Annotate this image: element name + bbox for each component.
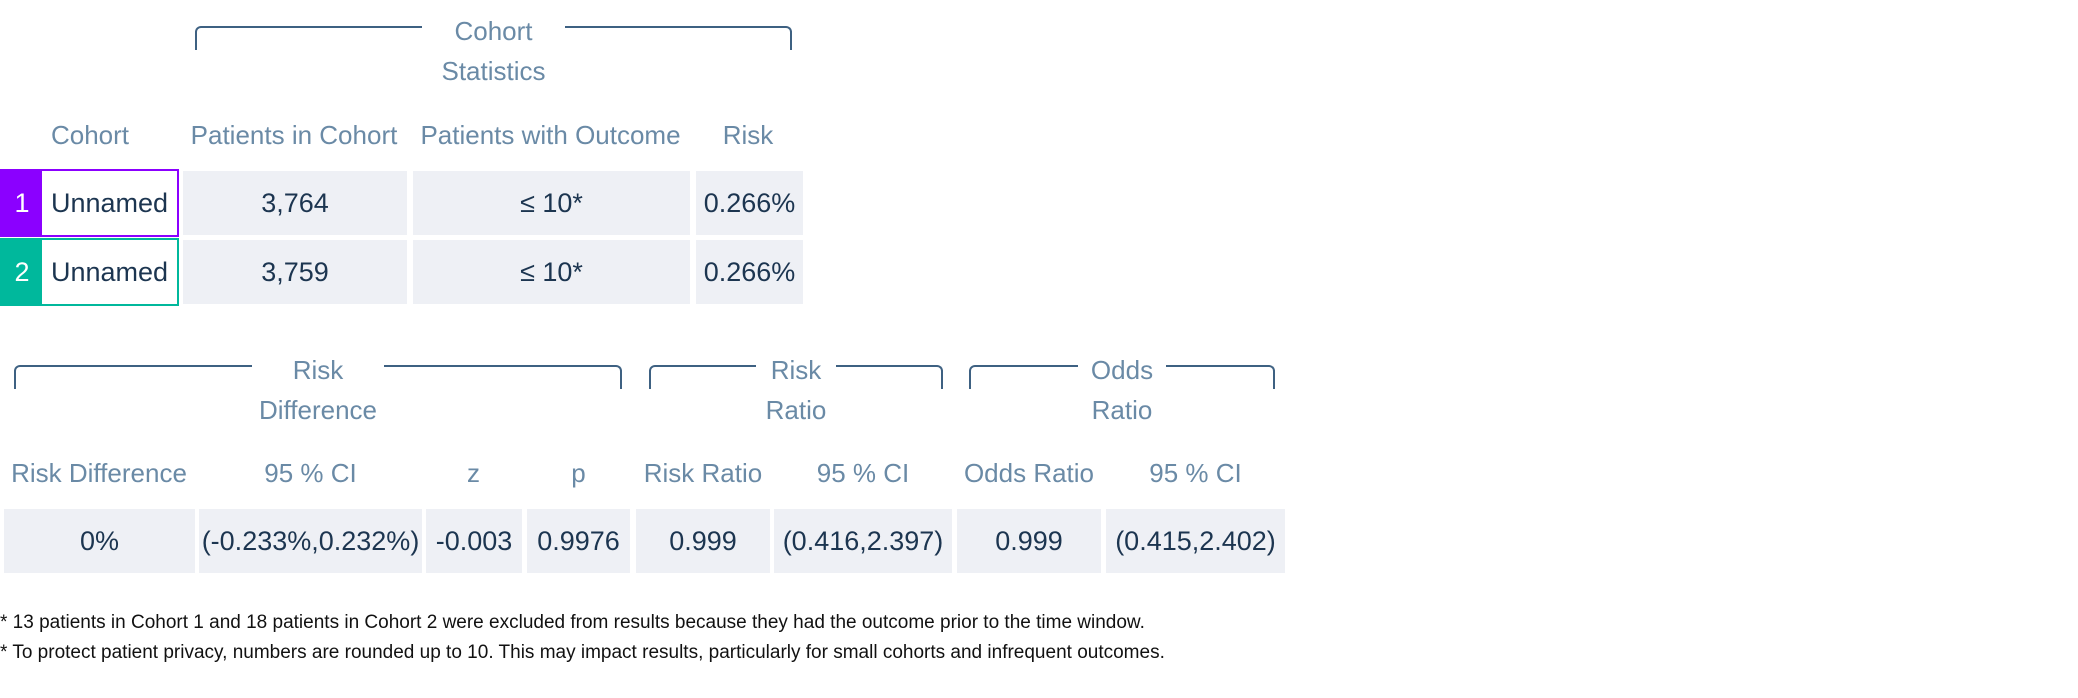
header-cohort: Cohort [50, 120, 130, 150]
cohort-row-1-label: 1 Unnamed [0, 169, 179, 237]
risk-difference-ci-value: (-0.233%,0.232%) [199, 509, 422, 573]
risk-ratio-title: Risk Ratio [765, 355, 827, 425]
patients-in-cohort-cell: 3,764 [183, 171, 407, 235]
risk-cell: 0.266% [696, 171, 803, 235]
z-value: -0.003 [426, 509, 522, 573]
header-risk-ratio: Risk Ratio [643, 458, 763, 488]
risk-ratio-value: 0.999 [636, 509, 770, 573]
cohort-name: Unnamed [50, 187, 169, 218]
cohort-number: 2 [2, 240, 42, 304]
header-risk-difference: Risk Difference [11, 458, 187, 488]
header-odds-ratio: Odds Ratio [963, 458, 1095, 488]
risk-difference-value: 0% [4, 509, 195, 573]
footnote-excluded: * 13 patients in Cohort 1 and 18 patient… [0, 612, 1145, 633]
risk-cell: 0.266% [696, 240, 803, 304]
risk-ratio-ci-value: (0.416,2.397) [774, 509, 952, 573]
cohort-row-2-label: 2 Unnamed [0, 238, 179, 306]
odds-ratio-ci-value: (0.415,2.402) [1106, 509, 1285, 573]
header-odds-ratio-ci: 95 % CI [1149, 458, 1242, 488]
cohort-number: 1 [2, 171, 42, 235]
cohort-statistics-title: Cohort Statistics [441, 16, 546, 86]
header-p: p [571, 458, 586, 488]
patients-with-outcome-cell: ≤ 10* [413, 171, 690, 235]
p-value: 0.9976 [527, 509, 630, 573]
patients-with-outcome-cell: ≤ 10* [413, 240, 690, 304]
header-z: z [467, 458, 480, 488]
footnote-privacy: * To protect patient privacy, numbers ar… [0, 642, 1165, 663]
header-risk-ratio-ci: 95 % CI [816, 458, 910, 488]
header-patients-in-cohort: Patients in Cohort [190, 120, 398, 150]
header-risk-difference-ci: 95 % CI [264, 458, 357, 488]
header-risk: Risk [722, 120, 774, 150]
odds-ratio-value: 0.999 [957, 509, 1101, 573]
cohort-name: Unnamed [50, 256, 169, 287]
odds-ratio-title: Odds Ratio [1090, 355, 1154, 425]
header-patients-with-outcome: Patients with Outcome [420, 120, 681, 150]
patients-in-cohort-cell: 3,759 [183, 240, 407, 304]
risk-difference-title: Risk Difference [258, 355, 378, 425]
